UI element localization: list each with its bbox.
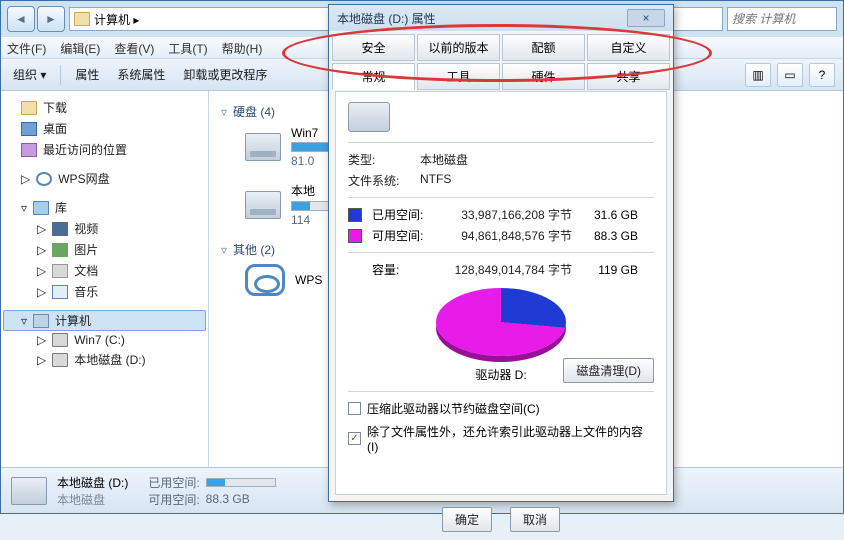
index-checkbox[interactable]	[348, 432, 361, 445]
tab-strip: 安全 以前的版本 配额 自定义 常规 工具 硬件 共享	[329, 31, 673, 91]
tree-pictures[interactable]: ▷ 图片	[3, 239, 206, 260]
music-icon	[52, 285, 68, 299]
cancel-button[interactable]: 取消	[510, 507, 560, 532]
tree-drive-c[interactable]: ▷ Win7 (C:)	[3, 331, 206, 349]
tab-custom[interactable]: 自定义	[587, 34, 670, 61]
recent-icon	[21, 143, 37, 157]
download-icon	[21, 101, 37, 115]
menu-tools[interactable]: 工具(T)	[168, 40, 207, 57]
tree-drive-d[interactable]: ▷ 本地磁盘 (D:)	[3, 349, 206, 370]
dialog-title: 本地磁盘 (D:) 属性	[337, 10, 436, 27]
index-checkbox-row[interactable]: 除了文件属性外，还允许索引此驱动器上文件的内容(I)	[348, 423, 654, 454]
menu-help[interactable]: 帮助(H)	[222, 40, 263, 57]
status-used-key: 已用空间:	[148, 474, 199, 491]
capacity-label: 容量:	[372, 261, 432, 278]
drive-icon	[52, 353, 68, 367]
free-gb: 88.3 GB	[582, 229, 638, 243]
tree-music[interactable]: ▷ 音乐	[3, 281, 206, 302]
compress-checkbox-row[interactable]: 压缩此驱动器以节约磁盘空间(C)	[348, 400, 654, 417]
status-used-bar	[206, 478, 276, 487]
capacity-bytes: 128,849,014,784 字节	[442, 261, 572, 278]
nav-back-button[interactable]: ◄	[7, 6, 35, 32]
used-label: 已用空间:	[372, 206, 432, 223]
cloud-icon	[36, 172, 52, 186]
status-free-key: 可用空间:	[148, 491, 199, 508]
system-properties-button[interactable]: 系统属性	[113, 64, 169, 85]
status-title: 本地磁盘 (D:)	[57, 474, 128, 491]
usage-pie-chart	[436, 288, 566, 356]
drive-icon	[245, 133, 281, 161]
capacity-gb: 119 GB	[582, 263, 638, 277]
tree-computer[interactable]: ▿ 计算机	[3, 310, 206, 331]
tab-tools[interactable]: 工具	[417, 63, 500, 90]
free-bytes: 94,861,848,576 字节	[442, 227, 572, 244]
tree-wps-cloud[interactable]: ▷ WPS网盘	[3, 168, 206, 189]
video-icon	[52, 222, 68, 236]
cloud-drive-icon	[245, 264, 285, 296]
menu-edit[interactable]: 编辑(E)	[60, 40, 100, 57]
fs-value: NTFS	[420, 172, 451, 189]
computer-icon	[74, 12, 90, 26]
tab-sharing[interactable]: 共享	[587, 63, 670, 90]
status-free-value: 88.3 GB	[206, 492, 250, 506]
tab-quota[interactable]: 配额	[502, 34, 585, 61]
drive-icon	[11, 477, 47, 505]
close-button[interactable]: ×	[627, 9, 665, 27]
navigation-tree: 下载 桌面 最近访问的位置 ▷ WPS网盘 ▿ 库 ▷ 视频 ▷ 图片 ▷ 文档…	[1, 91, 209, 471]
properties-button[interactable]: 属性	[71, 64, 103, 85]
organize-button[interactable]: 组织 ▾	[9, 64, 50, 85]
status-subtitle: 本地磁盘	[57, 491, 128, 508]
menu-file[interactable]: 文件(F)	[7, 40, 46, 57]
used-swatch-icon	[348, 208, 362, 222]
tree-recent[interactable]: 最近访问的位置	[3, 139, 206, 160]
disk-cleanup-button[interactable]: 磁盘清理(D)	[563, 358, 654, 383]
view-mode-button[interactable]: ▥	[745, 63, 771, 87]
compress-label: 压缩此驱动器以节约磁盘空间(C)	[367, 400, 540, 417]
tree-documents[interactable]: ▷ 文档	[3, 260, 206, 281]
properties-dialog: 本地磁盘 (D:) 属性 × 安全 以前的版本 配额 自定义 常规 工具 硬件 …	[328, 4, 674, 502]
tree-desktop[interactable]: 桌面	[3, 118, 206, 139]
tab-hardware[interactable]: 硬件	[502, 63, 585, 90]
library-icon	[33, 201, 49, 215]
tree-videos[interactable]: ▷ 视频	[3, 218, 206, 239]
ok-button[interactable]: 确定	[442, 507, 492, 532]
address-text: 计算机 ▸	[94, 11, 139, 28]
help-button[interactable]: ?	[809, 63, 835, 87]
drive-icon	[245, 191, 281, 219]
drive-icon	[52, 333, 68, 347]
free-label: 可用空间:	[372, 227, 432, 244]
picture-icon	[52, 243, 68, 257]
tab-previous-versions[interactable]: 以前的版本	[417, 34, 500, 61]
pie-drive-label: 驱动器 D:	[475, 366, 526, 383]
capacity-row: 容量: 128,849,014,784 字节 119 GB	[348, 261, 654, 278]
document-icon	[52, 264, 68, 278]
tab-general[interactable]: 常规	[332, 63, 415, 90]
dialog-actions: 确定 取消	[329, 501, 673, 540]
type-value: 本地磁盘	[420, 151, 468, 168]
free-space-row: 可用空间: 94,861,848,576 字节 88.3 GB	[348, 227, 654, 244]
compress-checkbox[interactable]	[348, 402, 361, 415]
index-label: 除了文件属性外，还允许索引此驱动器上文件的内容(I)	[367, 423, 654, 454]
preview-pane-button[interactable]: ▭	[777, 63, 803, 87]
drive-icon	[348, 102, 390, 132]
nav-forward-button[interactable]: ►	[37, 6, 65, 32]
tab-security[interactable]: 安全	[332, 34, 415, 61]
dialog-titlebar[interactable]: 本地磁盘 (D:) 属性 ×	[329, 5, 673, 31]
used-gb: 31.6 GB	[582, 208, 638, 222]
used-bytes: 33,987,166,208 字节	[442, 206, 572, 223]
free-swatch-icon	[348, 229, 362, 243]
uninstall-program-button[interactable]: 卸载或更改程序	[179, 64, 271, 85]
fs-key: 文件系统:	[348, 172, 406, 189]
search-input[interactable]	[727, 7, 837, 31]
type-key: 类型:	[348, 151, 406, 168]
other-name: WPS	[295, 273, 322, 287]
menu-view[interactable]: 查看(V)	[114, 40, 154, 57]
tree-libraries[interactable]: ▿ 库	[3, 197, 206, 218]
desktop-icon	[21, 122, 37, 136]
computer-icon	[33, 314, 49, 328]
dialog-body: 类型: 本地磁盘 文件系统: NTFS 已用空间: 33,987,166,208 字…	[335, 91, 667, 495]
tree-downloads[interactable]: 下载	[3, 97, 206, 118]
used-space-row: 已用空间: 33,987,166,208 字节 31.6 GB	[348, 206, 654, 223]
